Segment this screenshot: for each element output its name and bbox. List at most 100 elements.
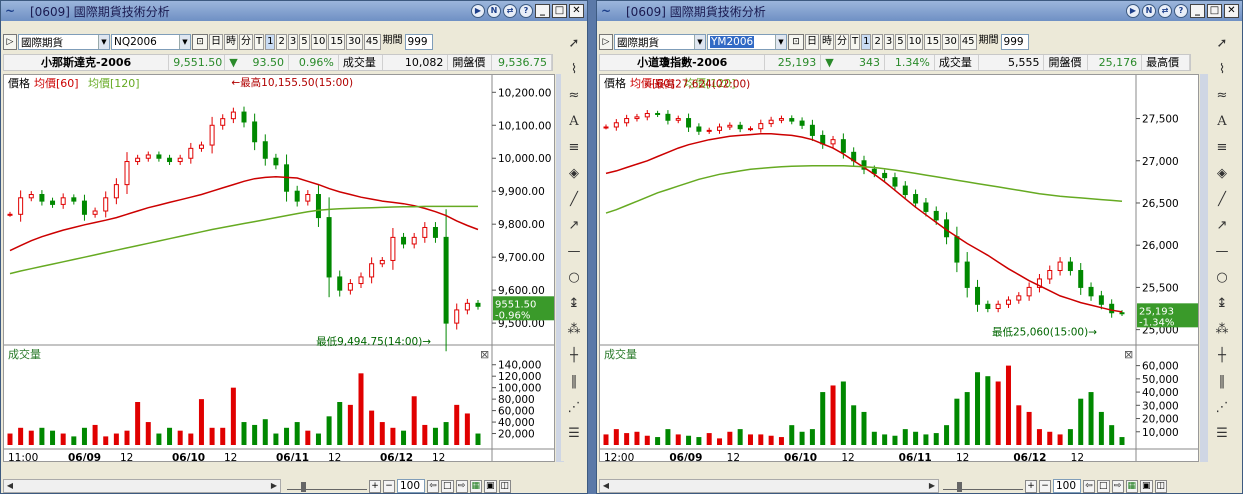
cursor-icon[interactable]: ➚: [1211, 34, 1233, 54]
horizontal-scrollbar[interactable]: ◀ ▶: [599, 479, 939, 493]
period-button-10[interactable]: 30: [942, 34, 959, 50]
search-icon[interactable]: ⊡: [192, 34, 208, 50]
period-button-8[interactable]: 10: [310, 34, 328, 50]
compare-icon[interactable]: ◫: [1154, 479, 1168, 493]
scroll-right-icon[interactable]: ▶: [926, 480, 938, 492]
zoom-out-icon[interactable]: −: [1039, 479, 1051, 493]
horizontal-scrollbar[interactable]: ◀ ▶: [3, 479, 281, 493]
maximize-button[interactable]: □: [1207, 4, 1222, 18]
period-button-7[interactable]: 5: [895, 34, 906, 50]
period-button-10[interactable]: 30: [346, 34, 363, 50]
scroll-left-icon[interactable]: ◀: [600, 480, 612, 492]
period-button-5[interactable]: 2: [872, 34, 883, 50]
fan-icon[interactable]: ⋰: [1211, 398, 1233, 418]
zoom-in-icon[interactable]: +: [369, 479, 381, 493]
text-icon[interactable]: A: [1211, 112, 1233, 132]
bars-icon[interactable]: ┼: [1211, 346, 1233, 366]
lines-icon[interactable]: ≡: [563, 138, 585, 158]
play-icon[interactable]: ▷: [3, 34, 17, 50]
close-button[interactable]: ✕: [1224, 4, 1239, 18]
scroll-left-icon[interactable]: ◀: [4, 480, 16, 492]
maximize-button[interactable]: □: [552, 4, 567, 18]
tag-icon[interactable]: ◈: [1211, 164, 1233, 184]
zoom-slider[interactable]: [287, 482, 367, 492]
price-volume-chart[interactable]: 價格 均價[60] 均價[120]27,50027,00026,50026,0002…: [599, 74, 1199, 462]
lines-icon[interactable]: ≡: [1211, 138, 1233, 158]
stop-icon[interactable]: □: [441, 479, 454, 493]
news-icon[interactable]: N: [487, 4, 501, 18]
period-button-4[interactable]: 1: [265, 34, 276, 50]
period-button-1[interactable]: 時: [820, 34, 834, 50]
period-input[interactable]: 999: [1000, 34, 1029, 50]
fan-icon[interactable]: ⋰: [563, 398, 585, 418]
period-button-2[interactable]: 分: [835, 34, 849, 50]
stop-icon[interactable]: □: [1097, 479, 1110, 493]
news-icon[interactable]: N: [1142, 4, 1156, 18]
period-button-3[interactable]: T: [254, 34, 265, 50]
ruler-icon[interactable]: ⌇: [563, 60, 585, 80]
zoom-slider[interactable]: [943, 482, 1023, 492]
back-icon[interactable]: ⇦: [1083, 479, 1095, 493]
period-button-2[interactable]: 分: [239, 34, 253, 50]
window-titlebar[interactable]: ~ [0609] 國際期貨技術分析 ▶ N ⇄ ? _ □ ✕: [597, 1, 1242, 21]
fib-icon[interactable]: ☰: [563, 424, 585, 444]
bars-icon[interactable]: ┼: [563, 346, 585, 366]
compare-icon[interactable]: ◫: [498, 479, 512, 493]
hline-icon[interactable]: —: [1211, 242, 1233, 262]
zoom-input[interactable]: 100: [397, 479, 425, 493]
minimize-button[interactable]: _: [535, 4, 550, 18]
price-volume-chart[interactable]: 價格 均價[60] 均價[120] 10,200.00 10,100.00 10,000.…: [3, 74, 555, 462]
line-tool-icon[interactable]: ╱: [563, 190, 585, 210]
zoom-in-icon[interactable]: +: [1025, 479, 1037, 493]
abc-icon[interactable]: ≈: [563, 86, 585, 106]
vertical-scrollbar[interactable]: [1200, 74, 1208, 462]
forward-icon[interactable]: ⇨: [1111, 479, 1124, 493]
circle-icon[interactable]: ○: [1211, 268, 1233, 288]
period-button-1[interactable]: 時: [224, 34, 238, 50]
period-button-6[interactable]: 3: [883, 34, 895, 50]
period-button-3[interactable]: T: [850, 34, 861, 50]
arrow-tool-icon[interactable]: ↗: [1211, 216, 1233, 236]
nav-forward-icon[interactable]: ▶: [471, 4, 485, 18]
forward-icon[interactable]: ⇨: [455, 479, 468, 493]
zoom-out-icon[interactable]: −: [383, 479, 395, 493]
minimize-button[interactable]: _: [1190, 4, 1205, 18]
period-button-9[interactable]: 15: [924, 34, 942, 50]
close-button[interactable]: ✕: [569, 4, 584, 18]
fib-icon[interactable]: ☰: [1211, 424, 1233, 444]
marker-icon[interactable]: ⁂: [1211, 320, 1233, 340]
period-input[interactable]: 999: [404, 34, 433, 50]
period-button-5[interactable]: 2: [276, 34, 287, 50]
hline-icon[interactable]: —: [563, 242, 585, 262]
cursor-icon[interactable]: ➚: [563, 34, 585, 54]
nav-forward-icon[interactable]: ▶: [1126, 4, 1140, 18]
period-button-9[interactable]: 15: [328, 34, 346, 50]
period-button-11[interactable]: 45: [363, 34, 381, 50]
period-button-6[interactable]: 3: [287, 34, 299, 50]
period-button-4[interactable]: 1: [861, 34, 872, 50]
period-button-0[interactable]: 日: [805, 34, 819, 50]
zoom-input[interactable]: 100: [1053, 479, 1081, 493]
text-icon[interactable]: A: [563, 112, 585, 132]
market-select[interactable]: 國際期貨 ▼: [614, 34, 706, 50]
save-icon[interactable]: ▣: [484, 479, 497, 493]
search-icon[interactable]: ⊡: [788, 34, 804, 50]
scroll-right-icon[interactable]: ▶: [268, 480, 280, 492]
ruler-icon[interactable]: ⌇: [1211, 60, 1233, 80]
back-icon[interactable]: ⇦: [427, 479, 439, 493]
grid-icon[interactable]: ‖: [563, 372, 585, 392]
period-button-8[interactable]: 10: [906, 34, 924, 50]
period-button-7[interactable]: 5: [299, 34, 310, 50]
window-titlebar[interactable]: ~ [0609] 國際期貨技術分析 ▶ N ⇄ ? _ □ ✕: [1, 1, 587, 21]
abc-icon[interactable]: ≈: [1211, 86, 1233, 106]
play-icon[interactable]: ▷: [599, 34, 613, 50]
market-select[interactable]: 國際期貨 ▼: [18, 34, 110, 50]
period-button-0[interactable]: 日: [209, 34, 223, 50]
marker-icon[interactable]: ⁂: [563, 320, 585, 340]
save-icon[interactable]: ▣: [1140, 479, 1153, 493]
pin-icon[interactable]: ↨: [1211, 294, 1233, 314]
tag-icon[interactable]: ◈: [563, 164, 585, 184]
help-icon[interactable]: ?: [1174, 4, 1188, 18]
link-icon[interactable]: ⇄: [1158, 4, 1172, 18]
period-button-11[interactable]: 45: [959, 34, 977, 50]
